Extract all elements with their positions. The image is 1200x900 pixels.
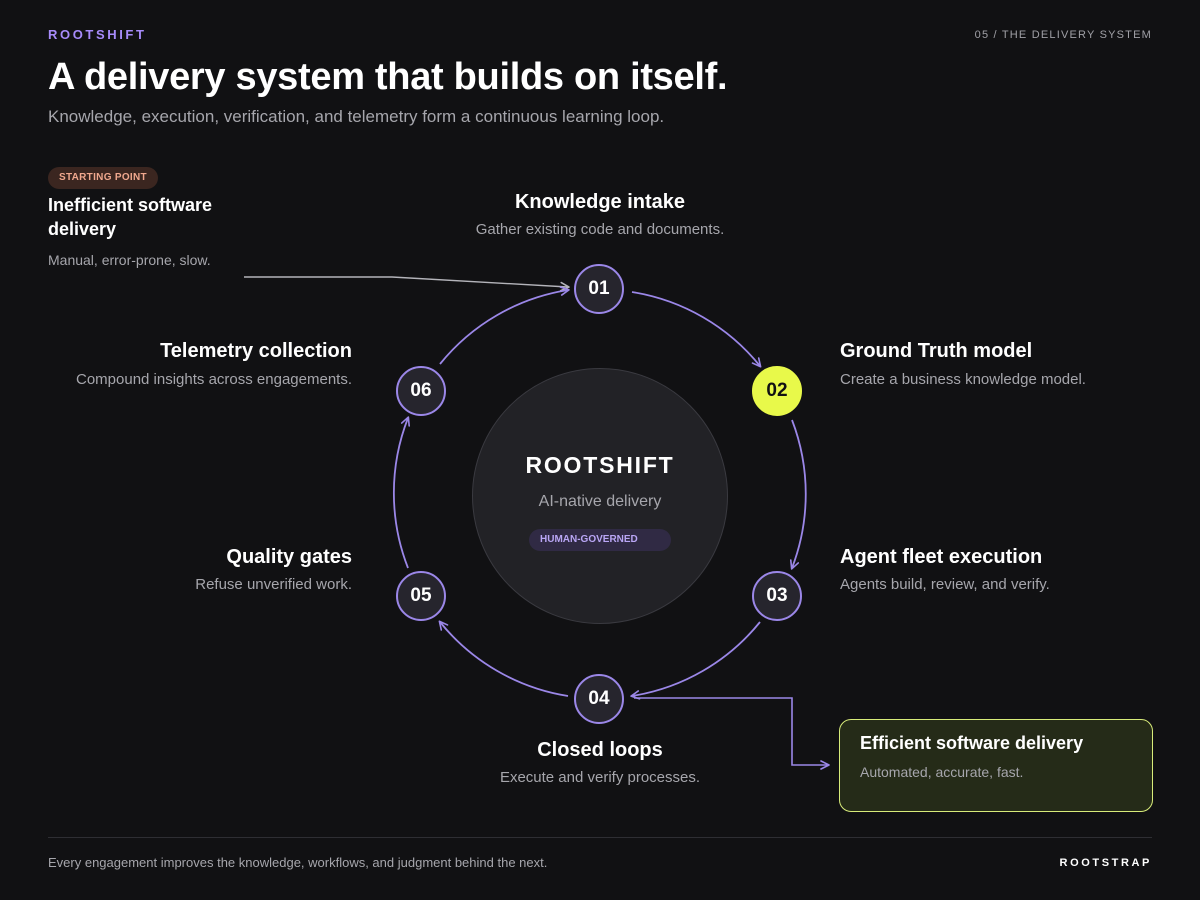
step-description-03: Agents build, review, and verify. (840, 576, 1050, 593)
step-node-05: 05 (396, 571, 446, 621)
footer-divider (48, 837, 1152, 838)
step-description-02: Create a business knowledge model. (840, 371, 1086, 388)
step-title-05: Quality gates (226, 546, 352, 568)
step-title-04: Closed loops (537, 739, 663, 761)
result-title: Efficient software delivery (860, 733, 1084, 753)
arc-05-06 (393, 416, 410, 569)
entry-connector (244, 276, 570, 292)
step-node-04: 04 (574, 674, 624, 724)
center-hub-subtitle: AI-native delivery (538, 493, 662, 510)
step-node-03: 03 (752, 571, 802, 621)
step-description-06: Compound insights across engagements. (76, 371, 352, 388)
step-description-04: Execute and verify processes. (499, 769, 701, 786)
result-description: Automated, accurate, fast. (860, 764, 1024, 780)
step-title-06: Telemetry collection (160, 340, 352, 362)
arc-06-01 (439, 286, 570, 365)
footer-brand: ROOTSTRAP (1059, 857, 1152, 869)
step-node-01: 01 (574, 264, 624, 314)
step-node-02: 02 (752, 366, 802, 416)
arc-02-03 (789, 419, 807, 570)
center-hub-title: ROOTSHIFT (525, 452, 675, 478)
step-title-02: Ground Truth model (840, 340, 1033, 362)
arc-03-04 (630, 621, 761, 700)
step-description-01: Gather existing code and documents. (475, 221, 725, 238)
human-governed-badge: HUMAN-GOVERNED (529, 529, 671, 551)
step-title-03: Agent fleet execution (840, 546, 1043, 568)
step-description-05: Refuse unverified work. (195, 576, 352, 593)
step-node-06: 06 (396, 366, 446, 416)
footer-text: Every engagement improves the knowledge,… (48, 855, 548, 870)
arc-01-02 (631, 291, 762, 368)
step-title-01: Knowledge intake (514, 191, 686, 213)
arc-04-05 (438, 620, 569, 697)
